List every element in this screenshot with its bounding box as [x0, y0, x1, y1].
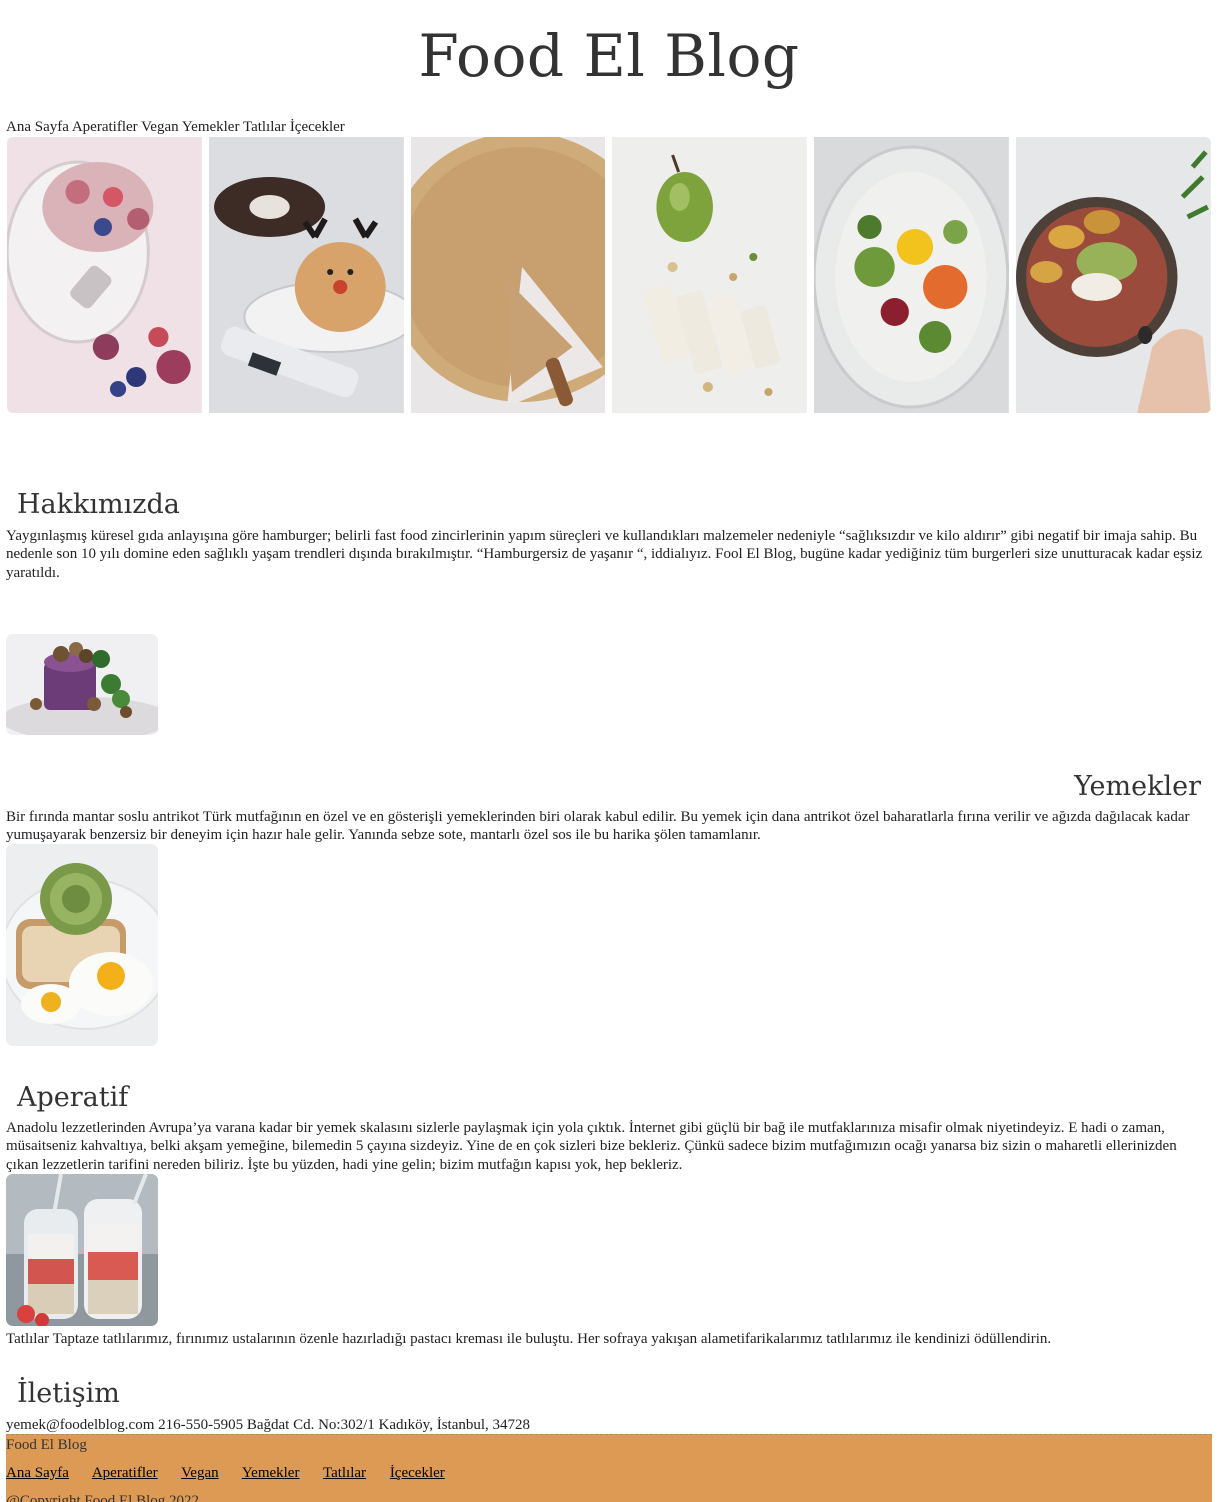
- nav-item-ana-sayfa[interactable]: Ana Sayfa: [6, 119, 69, 135]
- meal-thumbnail-image: [6, 634, 158, 735]
- footer-links: Ana Sayfa Aperatifler Vegan Yemekler Tat…: [6, 1464, 465, 1482]
- nav-item-vegan[interactable]: Vegan: [141, 119, 179, 135]
- avocado-toast-image: [6, 844, 158, 1046]
- hero-image-strip: [7, 137, 1211, 413]
- nav-item-yemekler[interactable]: Yemekler: [182, 119, 240, 135]
- footer-copyright: @Copyright Food El Blog 2022: [6, 1493, 199, 1502]
- nav-item-aperatifler[interactable]: Aperatifler: [72, 119, 138, 135]
- hero-tile-chia-pudding: [7, 137, 202, 413]
- footer-brand: Food El Blog: [6, 1437, 87, 1453]
- page: Food El Blog Ana Sayfa Aperatifler Vegan…: [0, 0, 1218, 1502]
- hero-tile-sliced-pie: [410, 137, 606, 413]
- footer-link-tatlilar[interactable]: Tatlılar: [323, 1465, 366, 1481]
- contact-heading: İletişim: [17, 1378, 120, 1409]
- top-nav: Ana Sayfa Aperatifler Vegan Yemekler Tat…: [6, 118, 345, 136]
- about-text: Yaygınlaşmış küresel gıda anlayışına gör…: [6, 528, 1203, 581]
- appetizer-text: Anadolu lezzetlerinden Avrupa’ya varana …: [6, 1120, 1177, 1173]
- footer-link-icecekler[interactable]: İçecekler: [390, 1465, 445, 1481]
- footer-link-vegan[interactable]: Vegan: [181, 1465, 219, 1481]
- about-heading: Hakkımızda: [17, 489, 180, 520]
- meals-heading: Yemekler: [1074, 771, 1201, 802]
- hero-tile-reindeer-dessert: [208, 137, 404, 413]
- site-title: Food El Blog: [418, 22, 800, 90]
- desserts-text: Tatlılar Taptaze tatlılarımız, fırınımız…: [6, 1331, 1052, 1347]
- contact-info: yemek@foodelblog.com 216-550-5905 Bağdat…: [6, 1417, 531, 1433]
- appetizer-heading: Aperatif: [17, 1082, 129, 1113]
- nav-item-tatlilar[interactable]: Tatlılar: [243, 119, 286, 135]
- dessert-jars-image: [6, 1174, 158, 1326]
- hero-tile-pear-dish: [612, 137, 808, 413]
- hero-tile-salad-glass: [814, 137, 1010, 413]
- hero-tile-avocado-bowl: [1016, 137, 1211, 413]
- site-footer: Food El Blog Ana Sayfa Aperatifler Vegan…: [6, 1434, 1212, 1502]
- footer-link-aperatifler[interactable]: Aperatifler: [92, 1465, 158, 1481]
- footer-link-yemekler[interactable]: Yemekler: [242, 1465, 300, 1481]
- footer-link-ana-sayfa[interactable]: Ana Sayfa: [6, 1465, 69, 1481]
- nav-item-icecekler[interactable]: İçecekler: [290, 119, 345, 135]
- meals-text: Bir fırında mantar soslu antrikot Türk m…: [6, 809, 1190, 844]
